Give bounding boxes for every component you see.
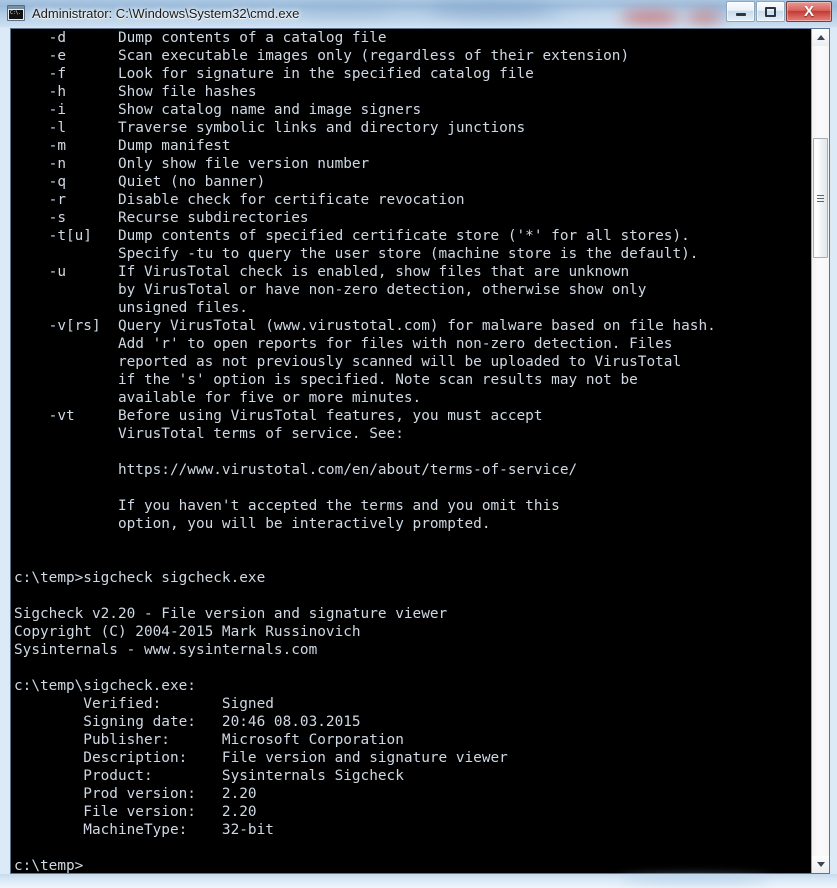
console-line: c:\temp\sigcheck.exe:: [14, 678, 196, 694]
console-line: File version: 2.20: [14, 804, 257, 820]
console-line: -n Only show file version number: [14, 156, 370, 172]
console-line: Publisher: Microsoft Corporation: [14, 732, 404, 748]
console-line: c:\temp>: [14, 858, 84, 873]
console-line: Specify -tu to query the user store (mac…: [14, 246, 699, 262]
console-line: Product: Sysinternals Sigcheck: [14, 768, 404, 784]
console-line: -i Show catalog name and image signers: [14, 102, 422, 118]
console-line: Sigcheck v2.20 - File version and signat…: [14, 606, 448, 622]
console-line: -t[u] Dump contents of specified certifi…: [14, 228, 690, 244]
console-line: Sysinternals - www.sysinternals.com: [14, 642, 318, 658]
console-line: -r Disable check for certificate revocat…: [14, 192, 465, 208]
console-line: Verified: Signed: [14, 696, 274, 712]
maximize-icon: [757, 2, 784, 21]
window-title: Administrator: C:\Windows\System32\cmd.e…: [32, 6, 300, 21]
maximize-button[interactable]: [756, 1, 785, 22]
scroll-up-button[interactable]: [812, 29, 829, 46]
window-bottom-border: [0, 874, 837, 888]
minimize-button[interactable]: [726, 1, 755, 22]
close-button-label: X: [803, 3, 814, 20]
console-line: reported as not previously scanned will …: [14, 354, 682, 370]
console-line: Add 'r' to open reports for files with n…: [14, 336, 673, 352]
console-line: -s Recurse subdirectories: [14, 210, 309, 226]
console-line: -u If VirusTotal check is enabled, show …: [14, 264, 630, 280]
console-icon-glyph: C:\.: [9, 10, 23, 19]
console-line: -q Quiet (no banner): [14, 174, 266, 190]
console-line: MachineType: 32-bit: [14, 822, 274, 838]
console-line: -f Look for signature in the specified c…: [14, 66, 534, 82]
caption-button-group: X: [725, 1, 832, 22]
console-line: -v[rs] Query VirusTotal (www.virustotal.…: [14, 318, 716, 334]
close-button[interactable]: X: [786, 1, 832, 22]
console-line: Description: File version and signature …: [14, 750, 508, 766]
console-line: Prod version: 2.20: [14, 786, 257, 802]
console-line: c:\temp>sigcheck sigcheck.exe: [14, 570, 266, 586]
scroll-down-arrow-icon: [816, 862, 825, 867]
console-line: If you haven't accepted the terms and yo…: [14, 498, 560, 514]
console-line: Copyright (C) 2004-2015 Mark Russinovich: [14, 624, 361, 640]
console-line: by VirusTotal or have non-zero detection…: [14, 282, 647, 298]
scrollbar-thumb[interactable]: [813, 138, 828, 258]
minimize-icon: [727, 2, 754, 21]
console-line: available for five or more minutes.: [14, 390, 422, 406]
close-icon: X: [787, 2, 831, 21]
console-line: -m Dump manifest: [14, 138, 231, 154]
console-client-area[interactable]: -d Dump contents of a catalog file -e Sc…: [10, 28, 830, 874]
console-line: Signing date: 20:46 08.03.2015: [14, 714, 361, 730]
console-line: unsigned files.: [14, 300, 248, 316]
console-line: -l Traverse symbolic links and directory…: [14, 120, 526, 136]
console-line: VirusTotal terms of service. See:: [14, 426, 404, 442]
console-line: if the 's' option is specified. Note sca…: [14, 372, 638, 388]
console-line: option, you will be interactively prompt…: [14, 516, 491, 532]
console-line: -d Dump contents of a catalog file: [14, 30, 387, 46]
scroll-up-arrow-icon: [816, 35, 825, 40]
console-line: https://www.virustotal.com/en/about/term…: [14, 462, 578, 478]
console-line: -vt Before using VirusTotal features, yo…: [14, 408, 543, 424]
console-output-viewport[interactable]: -d Dump contents of a catalog file -e Sc…: [11, 29, 811, 873]
scrollbar-grip-icon: [817, 194, 824, 202]
window-titlebar[interactable]: C:\. Administrator: C:\Windows\System32\…: [0, 0, 837, 28]
console-line: -h Show file hashes: [14, 84, 257, 100]
console-output-text: -d Dump contents of a catalog file -e Sc…: [14, 29, 716, 873]
glass-reflection-blob: [620, 875, 770, 884]
console-window-icon: C:\.: [7, 5, 25, 21]
cmd-window: C:\. Administrator: C:\Windows\System32\…: [0, 0, 837, 888]
scroll-down-button[interactable]: [812, 856, 829, 873]
console-vertical-scrollbar[interactable]: [811, 29, 829, 873]
console-line: -e Scan executable images only (regardle…: [14, 48, 630, 64]
